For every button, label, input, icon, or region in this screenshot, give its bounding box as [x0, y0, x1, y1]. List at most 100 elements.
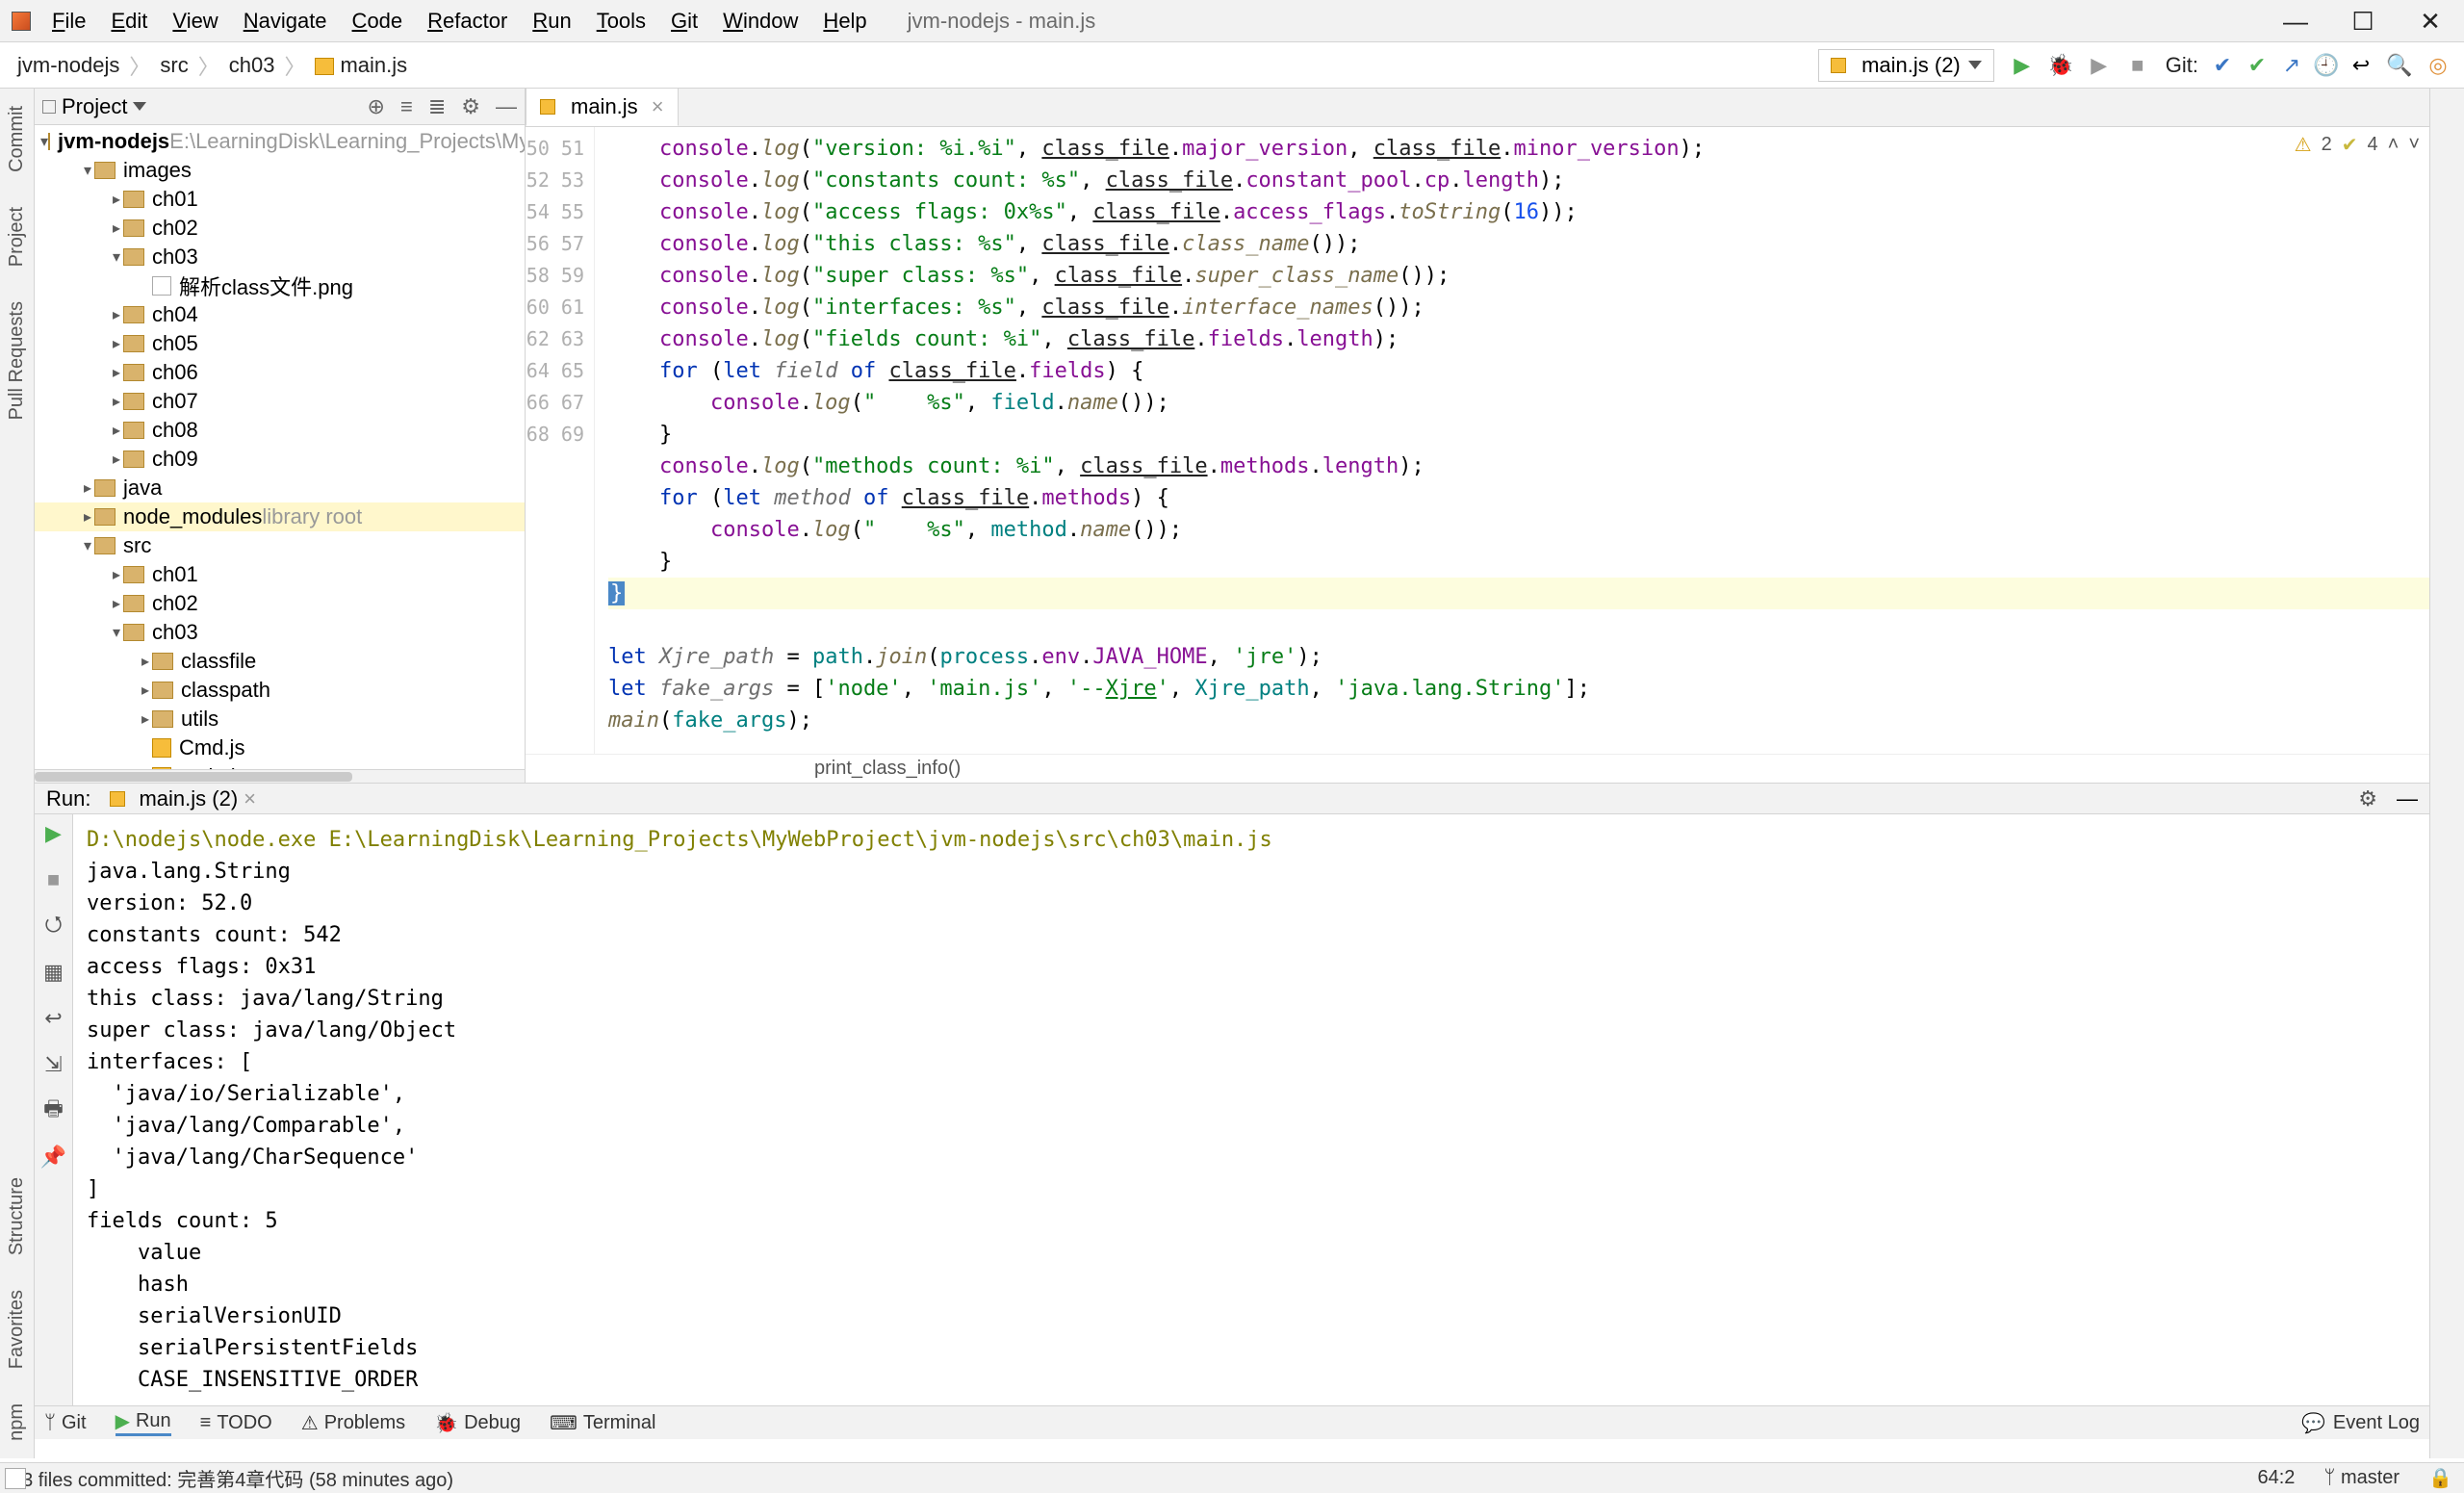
crumb-ch03[interactable]: ch03 — [221, 53, 283, 78]
collapse-icon[interactable]: ≣ — [428, 94, 446, 119]
js-icon — [110, 791, 125, 807]
tree-item-ch08[interactable]: ch08 — [35, 416, 525, 445]
run-config-selector[interactable]: main.js (2) — [1818, 49, 1994, 82]
editor-code[interactable]: console.log("version: %i.%i", class_file… — [595, 127, 2429, 754]
menu-refactor[interactable]: Refactor — [416, 7, 519, 36]
tab-project[interactable]: Project — [6, 207, 28, 267]
toolwindow-corner-icon[interactable] — [5, 1468, 26, 1489]
scroll-end-icon[interactable]: ⇲ — [42, 1053, 65, 1076]
tree-item-ch04[interactable]: ch04 — [35, 300, 525, 329]
tree-item-ch02[interactable]: ch02 — [35, 589, 525, 618]
run-toolwindow: Run: main.js (2) × ⚙ — ▶ ■ ⭯ ▦ ↩ ⇲ 🖶 📌 D… — [35, 783, 2429, 1405]
editor-breadcrumb[interactable]: print_class_info() — [526, 754, 2429, 783]
chevron-down-icon[interactable] — [133, 102, 146, 111]
tab-structure[interactable]: Structure — [6, 1177, 28, 1255]
event-log[interactable]: Event Log — [2333, 1412, 2420, 1434]
tab-run[interactable]: ▶Run — [116, 1409, 171, 1436]
restart-icon[interactable]: ⭯ — [42, 914, 65, 938]
editor-body[interactable]: 50 51 52 53 54 55 56 57 58 59 60 61 62 6… — [526, 127, 2429, 754]
stop-run-icon[interactable]: ■ — [42, 868, 65, 891]
tab-git[interactable]: ᛘGit — [44, 1412, 87, 1434]
tab-favorites[interactable]: Favorites — [6, 1290, 28, 1369]
crumb-src[interactable]: src — [152, 53, 195, 78]
print-icon[interactable]: 🖶 — [42, 1099, 65, 1122]
editor-tab-main-js[interactable]: main.js × — [526, 88, 679, 126]
tree-item-utils[interactable]: utils — [35, 705, 525, 734]
project-hscrollbar[interactable] — [35, 769, 525, 783]
close-run-tab-icon[interactable]: × — [244, 786, 256, 811]
git-branch[interactable]: master — [2341, 1467, 2400, 1488]
tree-item-ch09[interactable]: ch09 — [35, 445, 525, 474]
tree-item-ch05[interactable]: ch05 — [35, 329, 525, 358]
locate-icon[interactable]: ⊕ — [368, 94, 385, 119]
layout-icon[interactable]: ▦ — [42, 961, 65, 984]
tree-item-ch03[interactable]: ch03 — [35, 618, 525, 647]
expand-all-icon[interactable]: ≡ — [400, 94, 413, 119]
menu-git[interactable]: Git — [659, 7, 709, 36]
run-console[interactable]: D:\nodejs\node.exe E:\LearningDisk\Learn… — [73, 814, 2429, 1405]
menu-tools[interactable]: Tools — [585, 7, 657, 36]
hide-icon[interactable]: — — [496, 94, 517, 119]
tab-debug[interactable]: 🐞Debug — [434, 1411, 521, 1435]
tab-terminal[interactable]: ⌨Terminal — [550, 1411, 655, 1435]
pin-icon[interactable]: 📌 — [42, 1145, 65, 1169]
menu-help[interactable]: Help — [811, 7, 878, 36]
next-highlight-icon[interactable]: ˅ — [2408, 134, 2420, 156]
prev-highlight-icon[interactable]: ˄ — [2388, 134, 2400, 156]
tree-item-ch06[interactable]: ch06 — [35, 358, 525, 387]
menu-view[interactable]: View — [161, 7, 229, 36]
tree-root[interactable]: jvm-nodejs E:\LearningDisk\Learning_Proj… — [35, 127, 525, 156]
minimize-button[interactable]: ― — [2262, 0, 2329, 42]
lock-icon[interactable]: 🔒 — [2428, 1466, 2452, 1490]
tree-item-java[interactable]: java — [35, 474, 525, 502]
tree-item-classfile[interactable]: classfile — [35, 647, 525, 676]
run-tab[interactable]: main.js (2) × — [110, 786, 256, 811]
search-icon[interactable]: 🔍 — [2389, 55, 2410, 76]
ide-settings-icon[interactable]: ◎ — [2427, 55, 2449, 76]
maximize-button[interactable]: ☐ — [2329, 0, 2397, 42]
tree-item-node_modules[interactable]: node_modules library root — [35, 502, 525, 531]
crumb-main.js[interactable]: main.js — [307, 53, 415, 78]
project-tree[interactable]: jvm-nodejs E:\LearningDisk\Learning_Proj… — [35, 125, 525, 769]
coverage-button[interactable]: ▶ — [2089, 55, 2110, 76]
menu-file[interactable]: File — [40, 7, 97, 36]
tree-item-ch02[interactable]: ch02 — [35, 214, 525, 243]
tab-npm[interactable]: npm — [6, 1403, 28, 1441]
debug-button[interactable]: 🐞 — [2050, 55, 2071, 76]
git-rollback-icon[interactable]: ↩ — [2350, 55, 2372, 76]
tab-todo[interactable]: ≡TODO — [200, 1412, 272, 1434]
tree-item-ch07[interactable]: ch07 — [35, 387, 525, 416]
soft-wrap-icon[interactable]: ↩ — [42, 1007, 65, 1030]
git-commit-icon[interactable]: ✔ — [2246, 55, 2268, 76]
crumb-jvm-nodejs[interactable]: jvm-nodejs — [10, 53, 127, 78]
git-push-icon[interactable]: ↗ — [2281, 55, 2302, 76]
tree-item-src[interactable]: src — [35, 531, 525, 560]
git-update-icon[interactable]: ✔ — [2212, 55, 2233, 76]
tree-item-classpath[interactable]: classpath — [35, 676, 525, 705]
menu-navigate[interactable]: Navigate — [232, 7, 339, 36]
tree-item-ch01[interactable]: ch01 — [35, 560, 525, 589]
menu-window[interactable]: Window — [711, 7, 809, 36]
rerun-icon[interactable]: ▶ — [42, 822, 65, 845]
tree-item-解析class文件.png[interactable]: 解析class文件.png — [35, 271, 525, 300]
menu-run[interactable]: Run — [521, 7, 582, 36]
hide-run-icon[interactable]: — — [2397, 786, 2418, 811]
tab-commit[interactable]: Commit — [6, 106, 28, 172]
close-tab-icon[interactable]: × — [652, 94, 664, 119]
tree-item-Cmd.js[interactable]: Cmd.js — [35, 734, 525, 762]
inspection-hints[interactable]: ⚠ 2 ✔ 4 ˄ ˅ — [2295, 133, 2420, 157]
menu-edit[interactable]: Edit — [99, 7, 159, 36]
tree-item-images[interactable]: images — [35, 156, 525, 185]
menu-code[interactable]: Code — [341, 7, 415, 36]
gear-icon[interactable]: ⚙ — [461, 94, 480, 119]
tree-item-ch01[interactable]: ch01 — [35, 185, 525, 214]
close-button[interactable]: ✕ — [2397, 0, 2464, 42]
tab-pull-requests[interactable]: Pull Requests — [6, 301, 28, 420]
tab-problems[interactable]: ⚠Problems — [301, 1411, 405, 1435]
git-history-icon[interactable]: 🕘 — [2316, 55, 2337, 76]
tree-item-main.js[interactable]: main.js — [35, 762, 525, 769]
gear-icon[interactable]: ⚙ — [2358, 786, 2377, 811]
run-button[interactable]: ▶ — [2012, 55, 2033, 76]
stop-button[interactable]: ■ — [2127, 55, 2148, 76]
tree-item-ch03[interactable]: ch03 — [35, 243, 525, 271]
